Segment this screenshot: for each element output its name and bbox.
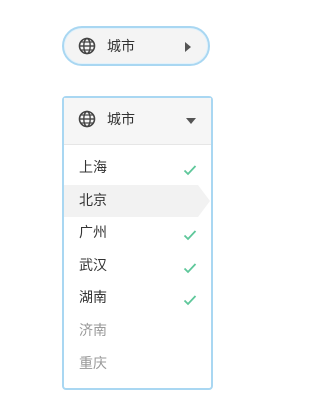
list-item-label: 重庆: [79, 355, 107, 372]
list-item-label: 广州: [79, 225, 107, 242]
list-item-hunan[interactable]: 湖南: [64, 282, 211, 315]
list-item-label: 北京: [79, 192, 107, 209]
list-item-chongqing[interactable]: 重庆: [64, 348, 211, 381]
globe-icon: [78, 110, 96, 132]
chevron-right-icon: [185, 42, 191, 52]
list-item-beijing[interactable]: 北京: [64, 184, 211, 218]
city-selector-expanded: 城市 上海 北京 广州 武汉 湖南 济南 重庆: [62, 96, 213, 390]
city-list: 上海 北京 广州 武汉 湖南 济南 重庆: [64, 152, 211, 380]
chevron-down-icon: [186, 118, 196, 124]
list-item-jinan[interactable]: 济南: [64, 315, 211, 348]
dropdown-header[interactable]: 城市: [64, 98, 211, 145]
list-item-label: 湖南: [79, 290, 107, 307]
list-item-label: 济南: [79, 322, 107, 339]
check-icon: [183, 259, 197, 278]
list-item-wuhan[interactable]: 武汉: [64, 250, 211, 283]
check-icon: [183, 226, 197, 245]
list-item-shanghai[interactable]: 上海: [64, 152, 211, 185]
list-item-label: 武汉: [79, 257, 107, 274]
selector-label: 城市: [107, 39, 135, 55]
hover-arrow: [198, 184, 210, 217]
globe-icon: [78, 37, 96, 59]
check-icon: [183, 161, 197, 180]
city-selector-collapsed[interactable]: 城市: [62, 26, 210, 66]
list-item-guangzhou[interactable]: 广州: [64, 217, 211, 250]
check-icon: [183, 291, 197, 310]
list-item-label: 上海: [79, 160, 107, 176]
dropdown-header-label: 城市: [107, 112, 135, 128]
